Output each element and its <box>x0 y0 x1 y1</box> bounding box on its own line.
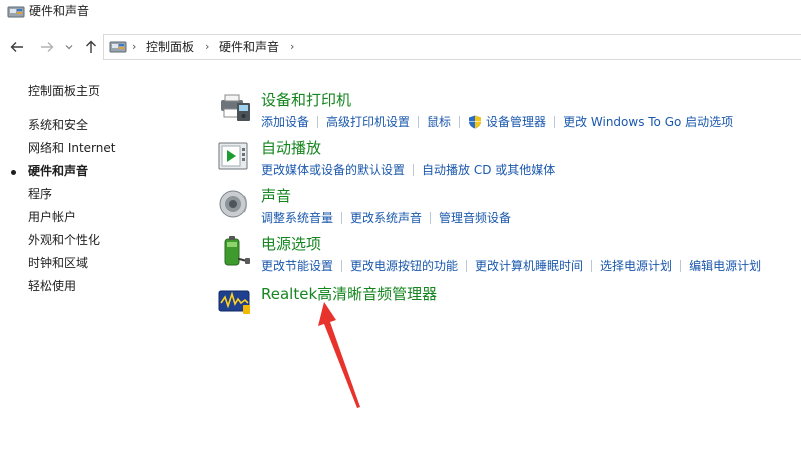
sidebar-item-home[interactable]: 控制面板主页 <box>28 84 100 99</box>
link-change-power-saving[interactable]: 更改节能设置 <box>261 259 333 273</box>
sidebar-item-ease-of-access[interactable]: 轻松使用 <box>28 279 76 294</box>
link-divider <box>418 116 420 128</box>
chevron-down-icon <box>65 45 73 50</box>
category-links: 更改节能设置 更改电源按钮的功能 更改计算机睡眠时间 选择电源计划 编辑电源计划 <box>261 258 761 274</box>
link-divider <box>459 116 461 128</box>
link-divider <box>466 260 468 272</box>
sidebar-item-appearance[interactable]: 外观和个性化 <box>28 233 100 248</box>
breadcrumb-control-panel[interactable]: 控制面板 <box>146 40 194 54</box>
sidebar-item-clock-region[interactable]: 时钟和区域 <box>28 256 88 271</box>
realtek-audio-icon <box>218 290 250 314</box>
arrow-right-icon <box>41 42 54 52</box>
link-autoplay-cd[interactable]: 自动播放 CD 或其他媒体 <box>422 163 555 177</box>
battery-icon <box>224 236 250 266</box>
link-divider <box>413 164 415 176</box>
link-change-system-sounds[interactable]: 更改系统声音 <box>350 211 422 225</box>
breadcrumb-separator[interactable]: › <box>132 40 136 53</box>
link-power-button-function[interactable]: 更改电源按钮的功能 <box>350 259 458 273</box>
category-title[interactable]: 自动播放 <box>261 139 321 157</box>
breadcrumb-separator[interactable]: › <box>290 40 294 53</box>
breadcrumb-separator[interactable]: › <box>205 40 209 53</box>
sidebar-item-hardware-sound[interactable]: 硬件和声音 <box>28 164 88 179</box>
sidebar-item-user-accounts[interactable]: 用户帐户 <box>28 210 76 225</box>
arrow-up-icon <box>86 40 96 53</box>
link-divider <box>591 260 593 272</box>
address-bar[interactable]: › 控制面板 › 硬件和声音 › <box>103 34 801 60</box>
link-choose-power-plan[interactable]: 选择电源计划 <box>600 259 672 273</box>
category-links: 更改媒体或设备的默认设置 自动播放 CD 或其他媒体 <box>261 162 555 178</box>
link-add-device[interactable]: 添加设备 <box>261 115 309 129</box>
sidebar-item-system-security[interactable]: 系统和安全 <box>28 118 88 133</box>
link-divider <box>430 212 432 224</box>
link-sleep-time[interactable]: 更改计算机睡眠时间 <box>475 259 583 273</box>
link-divider <box>341 212 343 224</box>
link-edit-power-plan[interactable]: 编辑电源计划 <box>689 259 761 273</box>
link-windows-to-go[interactable]: 更改 Windows To Go 启动选项 <box>563 115 733 129</box>
control-panel-icon <box>7 6 25 18</box>
link-divider <box>317 116 319 128</box>
active-item-bullet <box>11 170 16 175</box>
category-links: 调整系统音量 更改系统声音 管理音频设备 <box>261 210 511 226</box>
arrow-left-icon <box>10 42 23 52</box>
category-title[interactable]: 声音 <box>261 187 291 205</box>
autoplay-icon <box>218 142 248 170</box>
up-button[interactable] <box>82 38 100 56</box>
link-adjust-volume[interactable]: 调整系统音量 <box>261 211 333 225</box>
window-title: 硬件和声音 <box>29 4 90 18</box>
sidebar-item-network[interactable]: 网络和 Internet <box>28 141 115 156</box>
forward-button[interactable] <box>38 38 56 56</box>
breadcrumb-hardware-sound[interactable]: 硬件和声音 <box>219 40 279 54</box>
printer-icon <box>221 94 250 121</box>
category-title[interactable]: 电源选项 <box>261 235 321 253</box>
link-mouse[interactable]: 鼠标 <box>427 115 451 129</box>
recent-locations-button[interactable] <box>62 38 76 56</box>
back-button[interactable] <box>8 38 26 56</box>
sidebar-item-programs[interactable]: 程序 <box>28 187 52 202</box>
link-divider <box>680 260 682 272</box>
category-links: 添加设备 高级打印机设置 鼠标 设备管理器 更改 Windows To Go 启… <box>261 114 733 130</box>
annotation-arrow <box>318 302 360 408</box>
speaker-icon <box>219 190 247 218</box>
title-bar: 硬件和声音 <box>0 0 801 24</box>
link-change-default-media-settings[interactable]: 更改媒体或设备的默认设置 <box>261 163 405 177</box>
uac-shield-icon <box>469 115 482 129</box>
link-divider <box>341 260 343 272</box>
link-divider <box>554 116 556 128</box>
control-panel-icon <box>109 41 127 53</box>
category-title[interactable]: 设备和打印机 <box>261 91 351 109</box>
link-device-manager[interactable]: 设备管理器 <box>486 115 546 129</box>
link-manage-audio-devices[interactable]: 管理音频设备 <box>439 211 511 225</box>
link-advanced-printer-setup[interactable]: 高级打印机设置 <box>326 115 410 129</box>
